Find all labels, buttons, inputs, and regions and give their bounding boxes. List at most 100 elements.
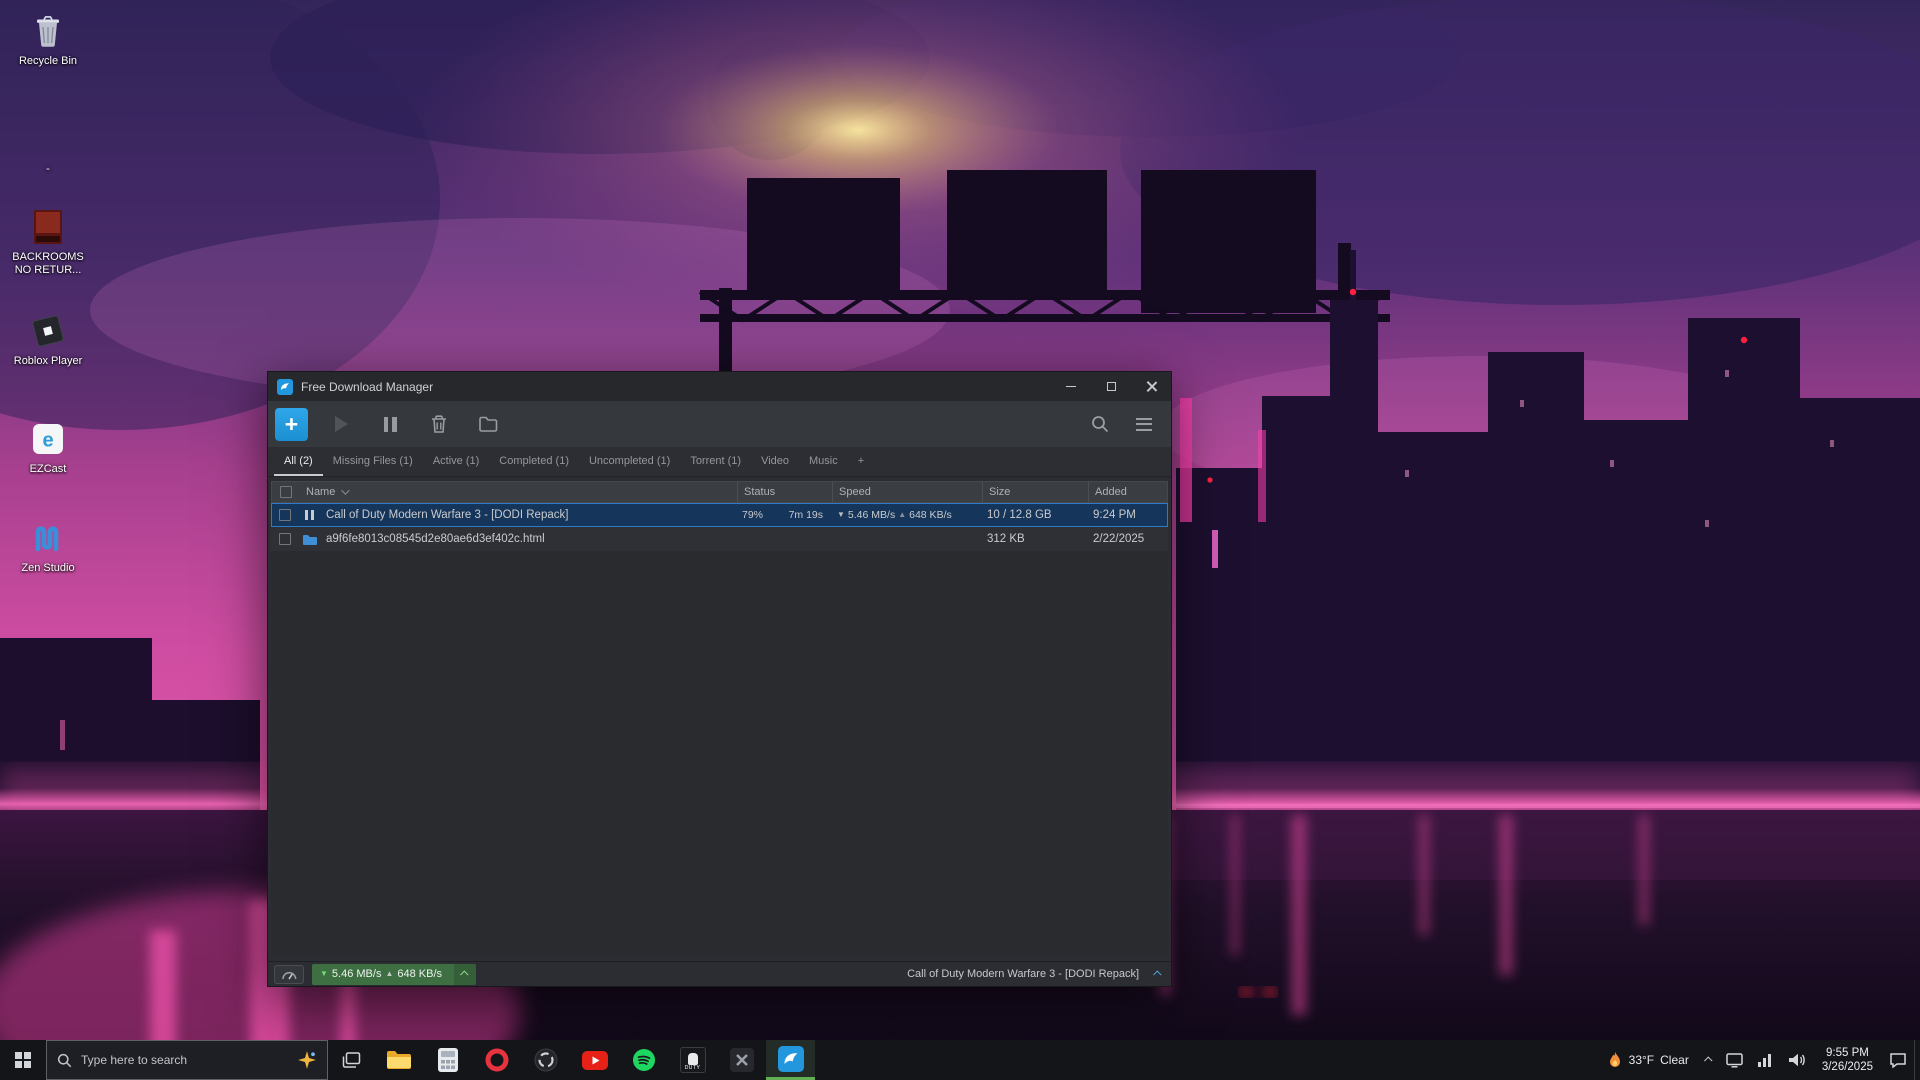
global-speed-indicator[interactable]: ▼ 5.46 MB/s ▲ 648 KB/s	[312, 964, 476, 985]
chevron-up-icon	[460, 970, 468, 978]
start-download-button[interactable]	[328, 409, 354, 439]
recycle-bin-icon	[6, 10, 90, 52]
taskbar-app-opera-gx[interactable]	[472, 1040, 521, 1080]
fdm-app-icon	[778, 1046, 804, 1072]
svg-text:e: e	[42, 430, 53, 452]
select-all-checkbox[interactable]	[280, 486, 292, 498]
speed-limiter-button[interactable]	[274, 965, 304, 984]
backrooms-game-icon	[6, 206, 90, 248]
download-name: a9f6fe8013c08545d2e80ae6d3ef402c.html	[320, 527, 736, 551]
file-folder-icon	[302, 533, 318, 546]
taskbar-app-spotify[interactable]	[619, 1040, 668, 1080]
close-button[interactable]	[1131, 372, 1171, 401]
table-row[interactable]: a9f6fe8013c08545d2e80ae6d3ef402c.html 31…	[271, 527, 1168, 551]
tab-completed[interactable]: Completed (1)	[489, 447, 579, 476]
column-header-speed[interactable]: Speed	[832, 482, 982, 502]
maximize-button[interactable]	[1091, 372, 1131, 401]
desktop-icon-label: Recycle Bin	[6, 55, 90, 68]
column-header-size[interactable]: Size	[982, 482, 1088, 502]
download-arrow-icon: ▼	[320, 970, 328, 978]
column-header-name[interactable]: Name	[300, 482, 737, 502]
tab-music[interactable]: Music	[799, 447, 848, 476]
tab-add-button[interactable]: +	[848, 447, 874, 476]
fdm-titlebar[interactable]: Free Download Manager	[268, 372, 1171, 401]
task-view-button[interactable]	[328, 1040, 374, 1080]
delete-download-button[interactable]	[426, 409, 452, 439]
call-of-duty-icon: DUTY	[680, 1047, 706, 1073]
download-speed	[831, 527, 981, 551]
table-header: Name Status Speed Size Added	[271, 481, 1168, 503]
desktop-icon-label: Zen Studio	[6, 562, 90, 575]
search-highlights-sparkle-icon[interactable]	[297, 1050, 317, 1070]
search-button[interactable]	[1087, 409, 1113, 439]
taskbar-search-box[interactable]: Type here to search	[46, 1040, 328, 1080]
tab-missing-files[interactable]: Missing Files (1)	[323, 447, 423, 476]
show-desktop-button[interactable]	[1914, 1040, 1920, 1080]
network-signal-icon	[1757, 1053, 1773, 1067]
taskbar-app-free-download-manager[interactable]	[766, 1040, 815, 1080]
row-checkbox[interactable]	[279, 509, 291, 521]
hidden-icons-button[interactable]	[1699, 1040, 1719, 1080]
taskbar-app-obs[interactable]	[521, 1040, 570, 1080]
download-status	[736, 527, 831, 551]
column-header-status[interactable]: Status	[737, 482, 832, 502]
desktop: Recycle Bin - BACKROOMS NO RETUR... Robl…	[0, 0, 1920, 1080]
desktop-icon-backrooms[interactable]: BACKROOMS NO RETUR...	[6, 206, 90, 277]
clock-time: 9:55 PM	[1826, 1046, 1869, 1060]
calculator-icon	[437, 1047, 459, 1073]
fdm-statusbar: ▼ 5.46 MB/s ▲ 648 KB/s Call of Duty Mode…	[268, 961, 1171, 986]
tab-all[interactable]: All (2)	[274, 447, 323, 476]
windows-logo-icon	[15, 1052, 31, 1068]
trash-icon	[430, 414, 448, 434]
weather-temp: 33°F	[1629, 1053, 1654, 1067]
desktop-icon-unnamed[interactable]: -	[6, 118, 90, 176]
file-explorer-icon	[386, 1049, 412, 1071]
desktop-icon-label: -	[6, 163, 90, 176]
search-icon	[57, 1053, 72, 1068]
taskbar-app-youtube[interactable]	[570, 1040, 619, 1080]
fdm-app-icon	[277, 379, 293, 395]
chevron-up-icon	[1153, 970, 1161, 978]
expand-task-panel-button[interactable]	[1155, 971, 1161, 977]
column-header-added[interactable]: Added	[1088, 482, 1167, 502]
taskbar-app-calculator[interactable]	[423, 1040, 472, 1080]
expand-speed-panel-button[interactable]	[454, 964, 476, 985]
desktop-icon-roblox-player[interactable]: Roblox Player	[6, 310, 90, 368]
download-arrow-icon: ▼	[837, 511, 845, 519]
tab-active[interactable]: Active (1)	[423, 447, 489, 476]
desktop-icon-label: Roblox Player	[6, 355, 90, 368]
taskbar-app-x-logo[interactable]	[717, 1040, 766, 1080]
tab-torrent[interactable]: Torrent (1)	[680, 447, 751, 476]
network-tray-button[interactable]	[1750, 1040, 1780, 1080]
desktop-icon-ezcast[interactable]: e EZCast	[6, 418, 90, 476]
tab-uncompleted[interactable]: Uncompleted (1)	[579, 447, 680, 476]
taskbar-app-call-of-duty[interactable]: DUTY	[668, 1040, 717, 1080]
folder-icon	[478, 415, 498, 433]
menu-button[interactable]	[1131, 409, 1157, 439]
minimize-icon	[1066, 386, 1076, 387]
pause-download-button[interactable]	[377, 409, 403, 439]
display-tray-button[interactable]	[1719, 1040, 1750, 1080]
action-center-button[interactable]	[1882, 1040, 1914, 1080]
weather-widget[interactable]: 33°F Clear	[1597, 1040, 1699, 1080]
volume-tray-button[interactable]	[1780, 1040, 1813, 1080]
maximize-icon	[1107, 382, 1116, 391]
add-download-button[interactable]: +	[275, 408, 308, 441]
x-logo-icon	[730, 1048, 754, 1072]
play-icon	[335, 416, 348, 432]
red-ring-browser-icon	[485, 1048, 509, 1072]
desktop-icon-zen-studio[interactable]: Zen Studio	[6, 517, 90, 575]
active-task-label: Call of Duty Modern Warfare 3 - [DODI Re…	[907, 968, 1139, 980]
fdm-tabbar: All (2) Missing Files (1) Active (1) Com…	[268, 447, 1171, 477]
taskbar-app-file-explorer[interactable]	[374, 1040, 423, 1080]
start-button[interactable]	[0, 1040, 46, 1080]
open-folder-button[interactable]	[475, 409, 501, 439]
table-row[interactable]: Call of Duty Modern Warfare 3 - [DODI Re…	[271, 503, 1168, 527]
desktop-icon-recycle-bin[interactable]: Recycle Bin	[6, 10, 90, 68]
sort-arrow-icon	[342, 486, 350, 494]
taskbar-clock[interactable]: 9:55 PM 3/26/2025	[1813, 1040, 1882, 1080]
row-checkbox[interactable]	[279, 533, 291, 545]
total-download-speed: 5.46 MB/s	[332, 968, 382, 980]
minimize-button[interactable]	[1051, 372, 1091, 401]
tab-video[interactable]: Video	[751, 447, 799, 476]
